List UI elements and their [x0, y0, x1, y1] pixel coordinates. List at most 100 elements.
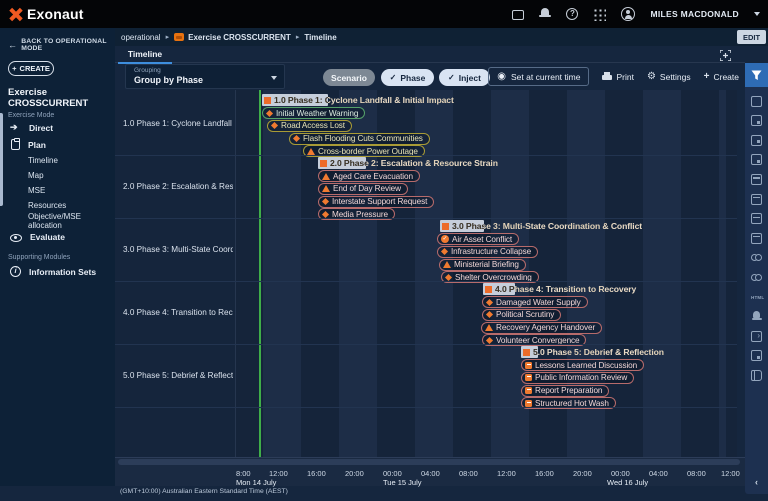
- rail-item-book-icon[interactable]: [751, 370, 762, 381]
- check-icon: ✓: [448, 73, 455, 82]
- inject-diamond-icon: [293, 135, 300, 142]
- rail-collapse-button[interactable]: ‹: [745, 471, 768, 494]
- inject-pill[interactable]: Lessons Learned Discussion: [521, 359, 644, 371]
- user-menu[interactable]: MILES MACDONALD: [650, 9, 739, 19]
- rail-item-mail-icon[interactable]: [751, 331, 762, 342]
- fullscreen-icon[interactable]: [720, 50, 731, 61]
- printer-icon: [602, 72, 612, 81]
- rail-item-card-icon[interactable]: [751, 115, 762, 126]
- rail-item-people-icon[interactable]: [751, 252, 762, 263]
- inject-pill[interactable]: Damaged Water Supply: [482, 296, 588, 308]
- phase-color-chip: [523, 349, 530, 356]
- inject-pill[interactable]: End of Day Review: [318, 183, 408, 195]
- filter-pill-phase[interactable]: ✓Phase: [381, 69, 434, 86]
- inject-diamond-icon: [271, 122, 278, 129]
- inject-pill[interactable]: Road Access Lost: [267, 120, 352, 132]
- phase-row-label: 5.0 Phase 5: Debrief & Reflection: [123, 371, 233, 380]
- phase-bar[interactable]: 3.0 Phase 3: Multi-State Coordination & …: [440, 220, 642, 232]
- inject-pill[interactable]: Political Scrutiny: [482, 309, 561, 321]
- inject-pill[interactable]: ✓Air Asset Conflict: [437, 233, 519, 245]
- phase-color-chip: [264, 97, 271, 104]
- inject-pill[interactable]: Initial Weather Warning: [262, 107, 365, 119]
- phase-row-label: 4.0 Phase 4: Transition to Recovery: [123, 308, 233, 317]
- inject-pill[interactable]: Flash Flooding Cuts Communities: [289, 133, 430, 145]
- inject-pill[interactable]: Ministerial Briefing: [439, 259, 526, 271]
- comment-icon[interactable]: [512, 10, 524, 20]
- inject-pill[interactable]: Public Information Review: [521, 372, 634, 384]
- apps-grid-icon[interactable]: [593, 8, 606, 21]
- inject-pill[interactable]: Interstate Support Request: [318, 196, 434, 208]
- inject-diamond-icon: [486, 311, 493, 318]
- breadcrumb-sep-icon: ▸: [296, 33, 300, 41]
- phase-bar[interactable]: 4.0 Phase 4: Transition to Recovery: [483, 283, 636, 295]
- inject-label: Ministerial Briefing: [454, 260, 519, 269]
- phase-bar[interactable]: 2.0 Phase 2: Escalation & Resource Strai…: [318, 157, 498, 169]
- inject-pill[interactable]: Infrastructure Collapse: [437, 246, 538, 258]
- breadcrumb-page[interactable]: Timeline: [304, 33, 336, 42]
- inject-pill[interactable]: Aged Care Evacuation: [318, 170, 420, 182]
- create-inject-button[interactable]: + Create: [704, 71, 739, 82]
- supporting-modules-label: Supporting Modules: [8, 254, 107, 261]
- sidebar-create-button[interactable]: + CREATE: [8, 61, 54, 76]
- info-icon: i: [10, 266, 21, 277]
- tab-timeline[interactable]: Timeline: [118, 46, 172, 63]
- horizontal-scrollbar[interactable]: [118, 459, 740, 465]
- axis-tick-label: 16:00: [535, 469, 554, 478]
- settings-button[interactable]: ⚙ Settings: [647, 72, 691, 82]
- rail-item-tray-icon[interactable]: [751, 174, 762, 185]
- sidebar-item-information-sets[interactable]: iInformation Sets: [0, 263, 115, 280]
- rail-item-card-icon[interactable]: [751, 135, 762, 146]
- rail-item-card-icon[interactable]: [751, 350, 762, 361]
- sidebar-subitem-timeline[interactable]: Timeline: [0, 153, 115, 168]
- axis-tick-label: 08:00: [687, 469, 706, 478]
- rail-item-tray-icon[interactable]: [751, 213, 762, 224]
- rail-item-tray-icon[interactable]: [751, 194, 762, 205]
- inject-square-icon: [525, 387, 532, 394]
- inject-triangle-icon: [485, 324, 493, 331]
- sidebar-subitem-mse[interactable]: MSE: [0, 183, 115, 198]
- inject-diamond-icon: [445, 274, 452, 281]
- rail-item-filter-active[interactable]: [745, 63, 768, 87]
- exonaut-logo[interactable]: Exonaut: [9, 6, 84, 22]
- rail-item-page-icon[interactable]: [751, 96, 762, 107]
- filter-pill-inject[interactable]: ✓Inject: [439, 69, 490, 86]
- sidebar-subitem-map[interactable]: Map: [0, 168, 115, 183]
- rail-item-people-icon[interactable]: [751, 272, 762, 283]
- plus-icon: +: [12, 64, 16, 73]
- breadcrumb-exercise[interactable]: Exercise CROSSCURRENT: [188, 33, 291, 42]
- rail-item-bell-icon[interactable]: [751, 311, 762, 322]
- print-button[interactable]: Print: [602, 72, 633, 82]
- inject-pill[interactable]: Recovery Agency Handover: [481, 322, 602, 334]
- breadcrumb-root[interactable]: operational: [121, 33, 161, 42]
- inject-square-icon: [525, 374, 532, 381]
- sidebar-item-plan[interactable]: Plan: [0, 136, 115, 153]
- phase-bar[interactable]: 5.0 Phase 5: Debrief & Reflection: [521, 346, 664, 358]
- avatar[interactable]: [621, 7, 635, 21]
- sidebar-item-direct[interactable]: Direct: [0, 119, 115, 136]
- inject-diamond-icon: [322, 211, 329, 218]
- phase-bar[interactable]: 1.0 Phase 1: Cyclone Landfall & Initial …: [262, 94, 454, 106]
- sidebar-item-label: Plan: [28, 140, 46, 150]
- rail-item-tray-icon[interactable]: [751, 233, 762, 244]
- sidebar-subitem-objective-mse-allocation[interactable]: Objective/MSE allocation: [0, 213, 115, 228]
- bell-icon[interactable]: [539, 8, 551, 20]
- axis-day-label: Wed 16 July: [607, 478, 648, 487]
- rail-item-card-icon[interactable]: [751, 154, 762, 165]
- grouping-dropdown[interactable]: Grouping Group by Phase: [125, 64, 285, 89]
- breadcrumb-sep-icon: ▸: [166, 33, 170, 41]
- axis-tick-label: 12:00: [269, 469, 288, 478]
- axis-day-label: Tue 15 July: [383, 478, 422, 487]
- inject-pill[interactable]: Report Preparation: [521, 385, 609, 397]
- filter-pill-scenario[interactable]: Scenario: [323, 69, 375, 86]
- sidebar-item-evaluate[interactable]: Evaluate: [0, 228, 115, 245]
- edit-button[interactable]: EDIT: [737, 30, 766, 44]
- inject-label: Lessons Learned Discussion: [535, 361, 637, 370]
- help-icon[interactable]: ?: [566, 8, 578, 20]
- rail-item-html-icon[interactable]: HTML: [751, 292, 762, 303]
- phase-title: 5.0 Phase 5: Debrief & Reflection: [533, 347, 664, 357]
- set-at-current-time-button[interactable]: ◉ Set at current time: [488, 67, 589, 86]
- top-bar: Exonaut ? MILES MACDONALD: [0, 0, 768, 28]
- chevron-down-icon[interactable]: [754, 12, 760, 16]
- back-to-operational-mode[interactable]: ← BACK TO OPERATIONAL MODE: [8, 38, 107, 52]
- axis-tick-label: 08:00: [459, 469, 478, 478]
